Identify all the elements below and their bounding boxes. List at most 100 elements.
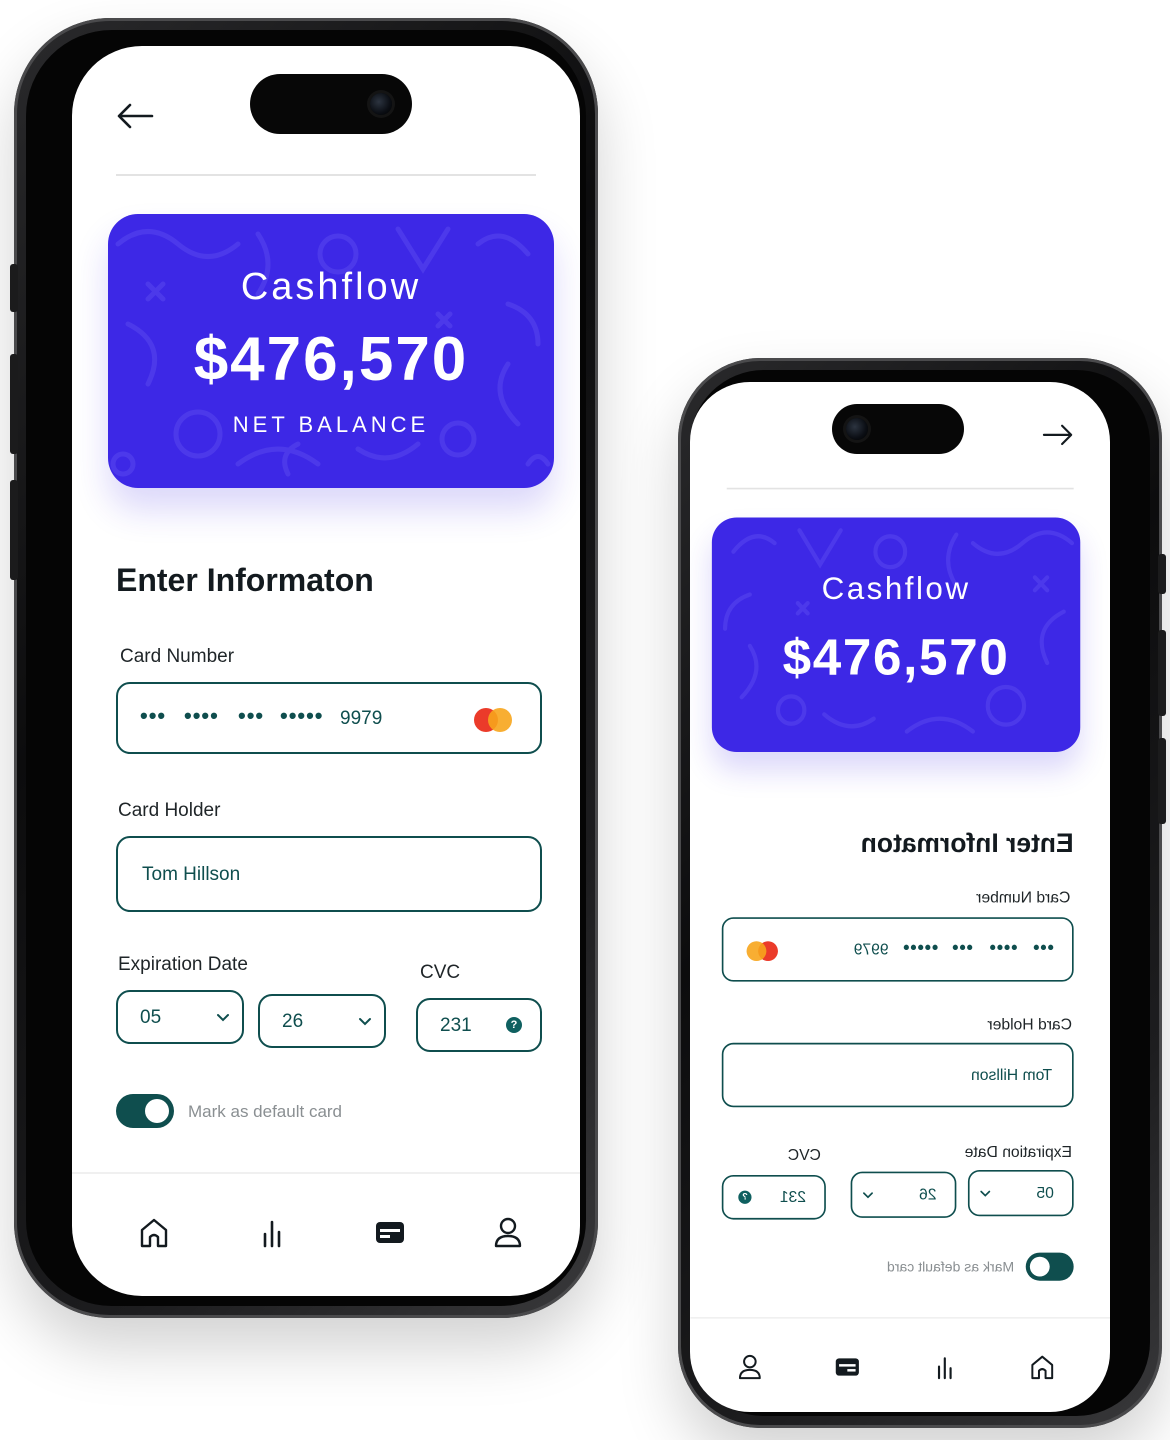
net-balance-amount: $476,570 (782, 628, 1010, 686)
card-number-mask-4: ••••• (902, 937, 939, 958)
card-icon (376, 1222, 404, 1243)
card-number-mask-3: ••• (238, 703, 265, 728)
chevron-down-icon (359, 1018, 371, 1026)
profile-icon (494, 1217, 522, 1248)
tab-bar-divider (72, 1172, 580, 1174)
card-number-mask-1: ••• (140, 703, 167, 728)
payment-form-screen: Cashflow $476,570 Enter Informaton Card … (690, 382, 1110, 1412)
phone-screen: Cashflow $476,570 NET BALANCE Enter Info… (72, 46, 580, 1296)
cvc-value: 231 (440, 1015, 472, 1036)
home-icon (1031, 1355, 1054, 1380)
tab-profile[interactable] (486, 1210, 530, 1254)
card-number-mask-3: ••• (951, 937, 973, 958)
card-brand-title: Cashflow (240, 266, 422, 308)
side-button (10, 480, 18, 580)
balance-card[interactable]: Cashflow $476,570 NET BALANCE (108, 214, 554, 488)
tab-stats[interactable] (927, 1348, 963, 1384)
card-holder-value: Tom Hillson (971, 1066, 1053, 1085)
card-icon (835, 1358, 859, 1376)
phone-primary: Cashflow $476,570 NET BALANCE Enter Info… (10, 18, 598, 1318)
net-balance-amount: $476,570 (193, 325, 469, 394)
expiration-date-label: Expiration Date (118, 954, 248, 975)
cvc-field[interactable]: 231 ? (721, 1174, 826, 1220)
dynamic-island (832, 404, 964, 454)
toggle-knob (145, 1099, 169, 1123)
expiration-year-select[interactable]: 26 (258, 994, 386, 1048)
card-number-last-digits: 9979 (853, 941, 889, 959)
payment-form-screen: Cashflow $476,570 NET BALANCE Enter Info… (72, 46, 580, 1296)
side-button (1158, 554, 1166, 594)
card-holder-label: Card Holder (118, 800, 221, 821)
net-balance-label: NET BALANCE (232, 412, 430, 437)
default-card-label: Mark as default card (886, 1259, 1015, 1275)
header-divider (726, 487, 1074, 490)
balance-card[interactable]: Cashflow $476,570 (711, 517, 1081, 753)
form-title: Enter Informaton (116, 562, 374, 598)
camera-icon (370, 93, 392, 115)
card-number-label: Card Number (976, 889, 1071, 907)
chevron-down-icon (980, 1190, 991, 1197)
cvc-label: CVC (420, 962, 461, 983)
camera-icon (846, 418, 868, 440)
card-holder-value: Tom Hillson (142, 864, 241, 885)
phone-screen-mirrored: Cashflow $476,570 Enter Informaton Card … (690, 382, 1110, 1412)
stats-icon (937, 1357, 952, 1380)
mastercard-icon (474, 708, 512, 732)
tab-home[interactable] (1024, 1348, 1060, 1384)
back-button[interactable] (116, 98, 156, 134)
profile-icon (738, 1354, 761, 1380)
card-number-mask-2: •••• (184, 703, 219, 728)
default-card-toggle[interactable] (1025, 1252, 1074, 1281)
tab-card[interactable] (368, 1210, 412, 1254)
expiration-month-select[interactable]: 05 (116, 990, 244, 1044)
mirrored-content-scale: Cashflow $476,570 Enter Informaton Card … (690, 382, 1110, 1412)
cvc-value: 231 (779, 1189, 807, 1207)
tab-stats[interactable] (250, 1210, 294, 1254)
expiration-month-value: 05 (140, 1007, 162, 1028)
expiration-month-select[interactable]: 05 (967, 1170, 1074, 1217)
expiration-date-label: Expiration Date (964, 1143, 1073, 1161)
card-number-mask-2: •••• (988, 937, 1018, 958)
tab-card[interactable] (829, 1348, 865, 1384)
card-number-field[interactable]: ••• •••• ••• ••••• 9979 (116, 682, 542, 754)
arrow-left-icon (117, 103, 154, 129)
phone-secondary: Cashflow $476,570 Enter Informaton Card … (678, 358, 1166, 1428)
back-button[interactable] (1041, 420, 1074, 450)
help-icon[interactable]: ? (738, 1190, 752, 1204)
card-text-unmirror: Cashflow $476,570 (712, 517, 1080, 752)
card-number-label: Card Number (120, 646, 235, 667)
expiration-year-value: 26 (919, 1186, 937, 1204)
default-card-label: Mark as default card (188, 1102, 343, 1121)
card-number-field[interactable]: ••• •••• ••• ••••• 9979 (721, 917, 1074, 982)
card-number-mask-1: ••• (1032, 937, 1054, 958)
toggle-knob (1029, 1256, 1050, 1277)
card-number-mask-4: ••••• (280, 703, 324, 728)
home-icon (140, 1218, 168, 1248)
tab-home[interactable] (132, 1210, 176, 1254)
tab-bar-divider (690, 1317, 1110, 1319)
side-button (10, 264, 18, 312)
mastercard-icon (746, 941, 778, 962)
mirrored-content: Cashflow $476,570 Enter Informaton Card … (690, 382, 1110, 1412)
side-button (10, 354, 18, 454)
form-title: Enter Informaton (860, 828, 1074, 858)
expiration-year-select[interactable]: 26 (850, 1171, 957, 1218)
help-icon[interactable]: ? (506, 1017, 522, 1033)
default-card-toggle[interactable] (116, 1094, 174, 1128)
cvc-label: CVC (787, 1146, 821, 1165)
card-holder-field[interactable]: Tom Hillson (721, 1042, 1074, 1108)
card-holder-field[interactable]: Tom Hillson (116, 836, 542, 912)
expiration-month-value: 05 (1036, 1184, 1054, 1203)
cvc-field[interactable]: 231 ? (416, 998, 542, 1052)
header-divider (116, 174, 536, 176)
expiration-year-value: 26 (282, 1011, 304, 1032)
dynamic-island (250, 74, 412, 134)
stats-icon (263, 1220, 281, 1248)
tab-profile[interactable] (732, 1348, 768, 1384)
card-brand-title: Cashflow (821, 571, 971, 607)
chevron-down-icon (217, 1014, 229, 1022)
card-holder-label: Card Holder (987, 1016, 1073, 1034)
chevron-down-icon (863, 1192, 873, 1199)
side-button (1158, 630, 1166, 716)
card-number-last-digits: 9979 (340, 708, 383, 729)
